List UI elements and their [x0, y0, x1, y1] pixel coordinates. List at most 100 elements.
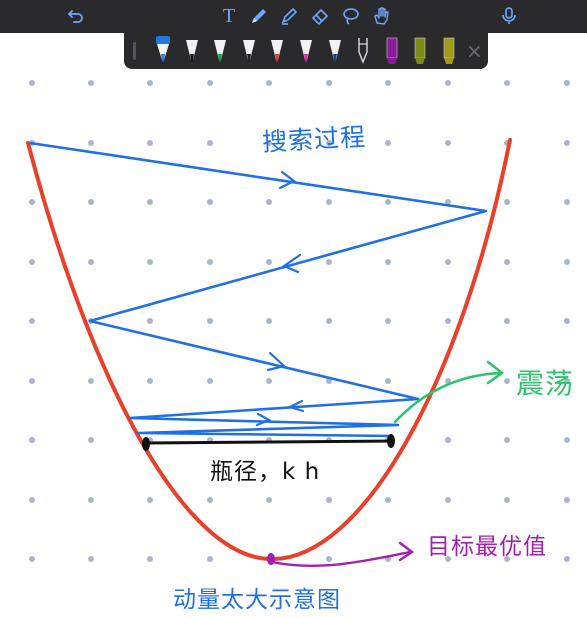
grid-dot: [385, 259, 391, 265]
grid-dot: [88, 378, 94, 384]
grid-dot: [385, 378, 391, 384]
pen-icon[interactable]: [247, 4, 271, 28]
grid-dot: [445, 497, 451, 503]
optimum-arrowhead: [398, 541, 415, 562]
green-pen[interactable]: [211, 36, 229, 66]
path-arrow-5: [255, 412, 272, 427]
grid-dot: [207, 556, 213, 562]
white-pen[interactable]: [354, 36, 372, 66]
grid-dot: [207, 378, 213, 384]
grid-dot: [504, 80, 510, 86]
grid-dot: [326, 556, 332, 562]
valley-right-end: [387, 434, 395, 448]
valley-width-line: [145, 439, 392, 445]
grid-dot: [385, 80, 391, 86]
hand-icon[interactable]: [369, 4, 393, 28]
blue-pen[interactable]: [154, 36, 172, 66]
grid-dot: [266, 259, 272, 265]
grid-dot: [385, 199, 391, 205]
highlighter-icon[interactable]: [277, 4, 301, 28]
optimum-label: 目标最优值: [427, 534, 547, 560]
palette-handle[interactable]: [133, 42, 136, 60]
grid-dot: [207, 199, 213, 205]
red-pen[interactable]: [268, 36, 286, 66]
grid-dot: [445, 140, 451, 146]
grid-dot: [564, 199, 570, 205]
grid-dot: [504, 437, 510, 443]
grid-dot: [147, 378, 153, 384]
path-arrow-3: [266, 351, 287, 372]
grid-dot: [88, 199, 94, 205]
valley-left-end: [142, 437, 150, 451]
navy-pen[interactable]: [326, 36, 344, 66]
magenta-pen[interactable]: [297, 36, 315, 66]
grid-dot: [266, 378, 272, 384]
grid-dot: [207, 259, 213, 265]
grid-dot: [504, 259, 510, 265]
grid-dot: [326, 318, 332, 324]
dark-pen[interactable]: [240, 36, 258, 66]
grid-dot: [564, 80, 570, 86]
grid-dot: [445, 80, 451, 86]
grid-dot: [504, 378, 510, 384]
grid-dot: [147, 199, 153, 205]
grid-dot: [564, 556, 570, 562]
grid-dot: [147, 497, 153, 503]
grid-dot: [266, 318, 272, 324]
caption-label: 动量太大示意图: [173, 587, 341, 613]
grid-dot: [564, 497, 570, 503]
grid-dot: [445, 259, 451, 265]
grid-dot: [564, 318, 570, 324]
grid-dot: [88, 259, 94, 265]
grid-dot: [88, 497, 94, 503]
text-icon[interactable]: T: [217, 4, 241, 28]
grid-dot: [29, 259, 35, 265]
grid-dot: [564, 437, 570, 443]
yellow-marker[interactable]: [440, 36, 458, 66]
undo-icon[interactable]: [64, 4, 88, 28]
grid-dot: [29, 80, 35, 86]
grid-dot: [147, 259, 153, 265]
grid-dot: [504, 497, 510, 503]
pen-palette: ×: [124, 33, 488, 69]
grid-dot: [266, 80, 272, 86]
search-path: [29, 141, 488, 438]
grid-dot: [29, 318, 35, 324]
grid-dot: [385, 318, 391, 324]
lasso-icon[interactable]: [339, 4, 363, 28]
grid-dot: [385, 497, 391, 503]
black-pen[interactable]: [183, 36, 201, 66]
grid-dot: [385, 140, 391, 146]
grid-dot: [88, 556, 94, 562]
grid-dot: [207, 497, 213, 503]
grid-dot: [564, 140, 570, 146]
grid-dot: [266, 497, 272, 503]
grid-dot: [88, 140, 94, 146]
grid-dot: [326, 497, 332, 503]
grid-dot: [504, 318, 510, 324]
grid-dot: [207, 318, 213, 324]
close-palette-button[interactable]: ×: [466, 39, 483, 63]
grid-dot: [29, 497, 35, 503]
top-toolbar: T: [0, 0, 587, 33]
path-width-label: 瓶径，k h: [210, 459, 321, 485]
grid-dot: [207, 140, 213, 146]
grid-dot: [29, 378, 35, 384]
grid-dot: [88, 80, 94, 86]
eraser-icon[interactable]: [308, 4, 332, 28]
search-process-label: 搜索过程: [261, 122, 367, 157]
microphone-icon[interactable]: [497, 4, 521, 28]
grid-dot: [147, 140, 153, 146]
grid-dot: [207, 80, 213, 86]
grid-dot: [564, 259, 570, 265]
grid-dot: [147, 556, 153, 562]
grid-dot: [326, 199, 332, 205]
purple-marker[interactable]: [383, 36, 401, 66]
grid-dot: [445, 437, 451, 443]
oscillation-label: 震荡: [516, 367, 575, 400]
grid-dot: [88, 437, 94, 443]
olive-marker[interactable]: [411, 36, 429, 66]
grid-dot: [266, 199, 272, 205]
grid-dot: [147, 80, 153, 86]
grid-dot: [29, 199, 35, 205]
